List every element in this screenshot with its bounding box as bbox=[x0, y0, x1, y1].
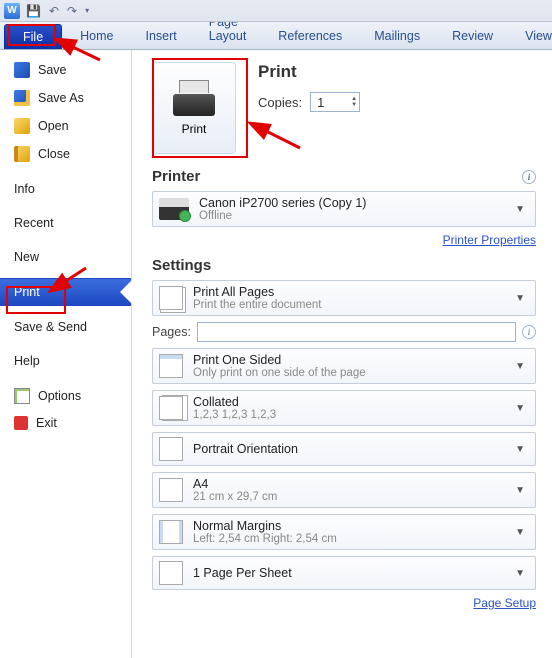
sidebar-item-saveas[interactable]: Save As bbox=[0, 84, 131, 112]
undo-icon[interactable]: ↶ bbox=[49, 4, 59, 18]
copies-value: 1 bbox=[317, 95, 324, 110]
dd-title: Normal Margins bbox=[193, 519, 501, 533]
printer-properties-link[interactable]: Printer Properties bbox=[443, 233, 536, 247]
dd-title: Portrait Orientation bbox=[193, 442, 501, 456]
chevron-down-icon: ▼ bbox=[511, 204, 529, 215]
sidebar-item-label: Close bbox=[38, 147, 70, 161]
print-heading: Print bbox=[258, 62, 360, 82]
saveas-icon bbox=[14, 90, 30, 106]
sidebar-item-label: Recent bbox=[14, 216, 54, 230]
copies-label: Copies: bbox=[258, 95, 302, 110]
pages-label: Pages: bbox=[152, 325, 191, 339]
qat-dropdown-icon[interactable]: ▾ bbox=[85, 6, 89, 15]
copies-spinner[interactable]: 1 ▲ ▼ bbox=[310, 92, 360, 112]
dd-sub: 21 cm x 29,7 cm bbox=[193, 491, 501, 503]
chevron-down-icon: ▼ bbox=[511, 293, 529, 304]
dd-title: Print One Sided bbox=[193, 353, 501, 367]
quick-access-toolbar: W 💾 ↶ ↷ ▾ bbox=[0, 0, 552, 22]
tab-home[interactable]: Home bbox=[66, 23, 127, 49]
chevron-down-icon: ▼ bbox=[511, 568, 529, 579]
redo-icon[interactable]: ↷ bbox=[67, 4, 77, 18]
sidebar-item-new[interactable]: New bbox=[0, 244, 131, 270]
paper-icon bbox=[159, 478, 183, 502]
sidebar-item-save[interactable]: Save bbox=[0, 56, 131, 84]
pages-input[interactable] bbox=[197, 322, 516, 342]
chevron-down-icon: ▼ bbox=[511, 485, 529, 496]
tab-view[interactable]: View bbox=[511, 23, 552, 49]
sidebar-item-label: Options bbox=[38, 389, 81, 403]
dd-title: A4 bbox=[193, 477, 501, 491]
printer-name: Canon iP2700 series (Copy 1) bbox=[199, 196, 501, 210]
info-icon[interactable]: i bbox=[522, 170, 536, 184]
sidebar-item-options[interactable]: Options bbox=[0, 382, 131, 410]
one-sided-icon bbox=[159, 354, 183, 378]
collate-icon bbox=[159, 396, 183, 420]
sidebar-item-recent[interactable]: Recent bbox=[0, 210, 131, 236]
dd-sub: Left: 2,54 cm Right: 2,54 cm bbox=[193, 533, 501, 545]
pages-icon bbox=[159, 286, 183, 310]
sidebar-item-open[interactable]: Open bbox=[0, 112, 131, 140]
annotation-box-printbtn bbox=[152, 58, 248, 158]
print-info: Print Copies: 1 ▲ ▼ bbox=[258, 62, 360, 112]
margins-icon bbox=[159, 520, 183, 544]
sidebar-item-save-send[interactable]: Save & Send bbox=[0, 314, 131, 340]
sides-dropdown[interactable]: Print One Sided Only print on one side o… bbox=[152, 348, 536, 384]
sidebar-item-close[interactable]: Close bbox=[0, 140, 131, 168]
paper-size-dropdown[interactable]: A4 21 cm x 29,7 cm ▼ bbox=[152, 472, 536, 508]
orientation-dropdown[interactable]: Portrait Orientation ▼ bbox=[152, 432, 536, 466]
sidebar-item-label: Help bbox=[14, 354, 40, 368]
ribbon-tabs: File Home Insert Page Layout References … bbox=[0, 22, 552, 50]
printer-section-heading: Printer bbox=[152, 168, 200, 185]
sidebar-item-label: Save bbox=[38, 63, 67, 77]
dd-sub: 1,2,3 1,2,3 1,2,3 bbox=[193, 409, 501, 421]
disk-icon bbox=[14, 62, 30, 78]
options-icon bbox=[14, 388, 30, 404]
chevron-down-icon: ▼ bbox=[511, 403, 529, 414]
tab-review[interactable]: Review bbox=[438, 23, 507, 49]
sidebar-item-help[interactable]: Help bbox=[0, 348, 131, 374]
tab-mailings[interactable]: Mailings bbox=[360, 23, 434, 49]
annotation-box-file bbox=[8, 24, 56, 46]
sidebar-item-label: Save As bbox=[38, 91, 84, 105]
tab-references[interactable]: References bbox=[264, 23, 356, 49]
tab-insert[interactable]: Insert bbox=[132, 23, 191, 49]
one-page-icon bbox=[159, 561, 183, 585]
margins-dropdown[interactable]: Normal Margins Left: 2,54 cm Right: 2,54… bbox=[152, 514, 536, 550]
dd-title: Print All Pages bbox=[193, 285, 501, 299]
printer-status: Offline bbox=[199, 210, 501, 222]
backstage-sidebar: Save Save As Open Close Info Recent New … bbox=[0, 50, 132, 658]
dd-title: Collated bbox=[193, 395, 501, 409]
annotation-box-sidebar-print bbox=[6, 286, 66, 314]
chevron-down-icon: ▼ bbox=[511, 444, 529, 455]
qat-buttons[interactable]: 💾 ↶ ↷ ▾ bbox=[26, 4, 89, 18]
sidebar-item-label: Exit bbox=[36, 416, 57, 430]
folder-open-icon bbox=[14, 118, 30, 134]
sidebar-item-exit[interactable]: Exit bbox=[0, 410, 131, 436]
sidebar-item-label: New bbox=[14, 250, 39, 264]
spinner-up-icon[interactable]: ▲ bbox=[351, 97, 357, 102]
sidebar-item-label: Info bbox=[14, 182, 35, 196]
sidebar-item-label: Save & Send bbox=[14, 320, 87, 334]
sidebar-item-info[interactable]: Info bbox=[0, 176, 131, 202]
word-app-icon: W bbox=[4, 3, 20, 19]
sidebar-item-label: Open bbox=[38, 119, 69, 133]
dd-title: 1 Page Per Sheet bbox=[193, 566, 501, 580]
settings-section-heading: Settings bbox=[152, 257, 211, 274]
dd-sub: Print the entire document bbox=[193, 299, 501, 311]
folder-close-icon bbox=[14, 146, 30, 162]
dd-sub: Only print on one side of the page bbox=[193, 367, 501, 379]
pages-per-sheet-dropdown[interactable]: 1 Page Per Sheet ▼ bbox=[152, 556, 536, 590]
spinner-down-icon[interactable]: ▼ bbox=[351, 103, 357, 108]
page-setup-link[interactable]: Page Setup bbox=[473, 596, 536, 610]
portrait-icon bbox=[159, 437, 183, 461]
collate-dropdown[interactable]: Collated 1,2,3 1,2,3 1,2,3 ▼ bbox=[152, 390, 536, 426]
printer-status-icon bbox=[159, 198, 189, 220]
print-range-dropdown[interactable]: Print All Pages Print the entire documen… bbox=[152, 280, 536, 316]
save-icon[interactable]: 💾 bbox=[26, 4, 41, 18]
chevron-down-icon: ▼ bbox=[511, 527, 529, 538]
exit-icon bbox=[14, 416, 28, 430]
printer-select-dropdown[interactable]: Canon iP2700 series (Copy 1) Offline ▼ bbox=[152, 191, 536, 227]
chevron-down-icon: ▼ bbox=[511, 361, 529, 372]
info-icon[interactable]: i bbox=[522, 325, 536, 339]
